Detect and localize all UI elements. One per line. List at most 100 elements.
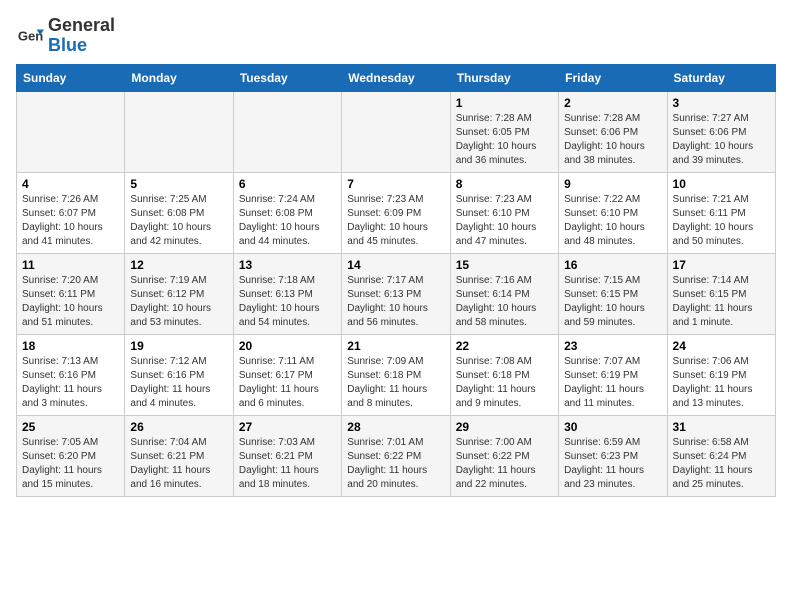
day-cell — [233, 91, 341, 172]
day-info: Sunrise: 7:19 AM Sunset: 6:12 PM Dayligh… — [130, 274, 227, 330]
day-cell: 14 Sunrise: 7:17 AM Sunset: 6:13 PM Dayli… — [342, 253, 450, 334]
day-number: 28 — [347, 420, 444, 434]
day-number: 6 — [239, 177, 336, 191]
day-number: 24 — [673, 339, 770, 353]
day-number: 10 — [673, 177, 770, 191]
day-cell: 18 Sunrise: 7:13 AM Sunset: 6:16 PM Dayli… — [17, 334, 125, 415]
day-cell: 7 Sunrise: 7:23 AM Sunset: 6:09 PM Daylig… — [342, 172, 450, 253]
day-info: Sunrise: 6:58 AM Sunset: 6:24 PM Dayligh… — [673, 436, 770, 492]
day-info: Sunrise: 7:25 AM Sunset: 6:08 PM Dayligh… — [130, 193, 227, 249]
day-cell: 28 Sunrise: 7:01 AM Sunset: 6:22 PM Dayli… — [342, 415, 450, 496]
day-info: Sunrise: 7:22 AM Sunset: 6:10 PM Dayligh… — [564, 193, 661, 249]
day-cell: 17 Sunrise: 7:14 AM Sunset: 6:15 PM Dayli… — [667, 253, 775, 334]
day-info: Sunrise: 7:26 AM Sunset: 6:07 PM Dayligh… — [22, 193, 119, 249]
day-cell: 9Sunrise: 7:22 AM Sunset: 6:10 PM Daylig… — [559, 172, 667, 253]
day-number: 31 — [673, 420, 770, 434]
day-cell: 11 Sunrise: 7:20 AM Sunset: 6:11 PM Dayli… — [17, 253, 125, 334]
week-row-5: 25 Sunrise: 7:05 AM Sunset: 6:20 PM Dayli… — [17, 415, 776, 496]
header-monday: Monday — [125, 64, 233, 91]
week-row-2: 4 Sunrise: 7:26 AM Sunset: 6:07 PM Daylig… — [17, 172, 776, 253]
day-number: 8 — [456, 177, 553, 191]
day-cell: 30Sunrise: 6:59 AM Sunset: 6:23 PM Dayli… — [559, 415, 667, 496]
header-thursday: Thursday — [450, 64, 558, 91]
day-number: 4 — [22, 177, 119, 191]
day-number: 3 — [673, 96, 770, 110]
day-cell: 25 Sunrise: 7:05 AM Sunset: 6:20 PM Dayli… — [17, 415, 125, 496]
day-number: 7 — [347, 177, 444, 191]
logo-icon: Gen — [16, 22, 44, 50]
day-info: Sunrise: 7:23 AM Sunset: 6:09 PM Dayligh… — [347, 193, 444, 249]
day-cell: 10 Sunrise: 7:21 AM Sunset: 6:11 PM Dayli… — [667, 172, 775, 253]
day-cell: 29 Sunrise: 7:00 AM Sunset: 6:22 PM Dayli… — [450, 415, 558, 496]
day-cell: 12 Sunrise: 7:19 AM Sunset: 6:12 PM Dayli… — [125, 253, 233, 334]
day-cell: 2Sunrise: 7:28 AM Sunset: 6:06 PM Daylig… — [559, 91, 667, 172]
header-sunday: Sunday — [17, 64, 125, 91]
day-cell: 6Sunrise: 7:24 AM Sunset: 6:08 PM Daylig… — [233, 172, 341, 253]
day-cell: 31 Sunrise: 6:58 AM Sunset: 6:24 PM Dayli… — [667, 415, 775, 496]
day-info: Sunrise: 7:28 AM Sunset: 6:05 PM Dayligh… — [456, 112, 553, 168]
day-cell — [342, 91, 450, 172]
header-friday: Friday — [559, 64, 667, 91]
day-info: Sunrise: 7:06 AM Sunset: 6:19 PM Dayligh… — [673, 355, 770, 411]
day-cell: 15 Sunrise: 7:16 AM Sunset: 6:14 PM Dayli… — [450, 253, 558, 334]
day-cell — [17, 91, 125, 172]
week-row-1: 1Sunrise: 7:28 AM Sunset: 6:05 PM Daylig… — [17, 91, 776, 172]
day-info: Sunrise: 7:00 AM Sunset: 6:22 PM Dayligh… — [456, 436, 553, 492]
day-cell: 23 Sunrise: 7:07 AM Sunset: 6:19 PM Dayli… — [559, 334, 667, 415]
day-number: 17 — [673, 258, 770, 272]
day-number: 26 — [130, 420, 227, 434]
day-cell: 5Sunrise: 7:25 AM Sunset: 6:08 PM Daylig… — [125, 172, 233, 253]
day-cell: 1Sunrise: 7:28 AM Sunset: 6:05 PM Daylig… — [450, 91, 558, 172]
day-info: Sunrise: 6:59 AM Sunset: 6:23 PM Dayligh… — [564, 436, 661, 492]
day-cell: 19 Sunrise: 7:12 AM Sunset: 6:16 PM Dayli… — [125, 334, 233, 415]
day-cell: 24 Sunrise: 7:06 AM Sunset: 6:19 PM Dayli… — [667, 334, 775, 415]
day-cell: 4 Sunrise: 7:26 AM Sunset: 6:07 PM Daylig… — [17, 172, 125, 253]
day-number: 13 — [239, 258, 336, 272]
day-info: Sunrise: 7:18 AM Sunset: 6:13 PM Dayligh… — [239, 274, 336, 330]
day-info: Sunrise: 7:21 AM Sunset: 6:11 PM Dayligh… — [673, 193, 770, 249]
logo-text: General Blue — [48, 16, 115, 56]
day-info: Sunrise: 7:15 AM Sunset: 6:15 PM Dayligh… — [564, 274, 661, 330]
day-number: 27 — [239, 420, 336, 434]
day-number: 15 — [456, 258, 553, 272]
day-info: Sunrise: 7:11 AM Sunset: 6:17 PM Dayligh… — [239, 355, 336, 411]
day-info: Sunrise: 7:04 AM Sunset: 6:21 PM Dayligh… — [130, 436, 227, 492]
header-tuesday: Tuesday — [233, 64, 341, 91]
day-cell: 13 Sunrise: 7:18 AM Sunset: 6:13 PM Dayli… — [233, 253, 341, 334]
day-info: Sunrise: 7:23 AM Sunset: 6:10 PM Dayligh… — [456, 193, 553, 249]
header-saturday: Saturday — [667, 64, 775, 91]
logo: Gen General Blue — [16, 16, 115, 56]
day-number: 22 — [456, 339, 553, 353]
day-info: Sunrise: 7:13 AM Sunset: 6:16 PM Dayligh… — [22, 355, 119, 411]
day-info: Sunrise: 7:17 AM Sunset: 6:13 PM Dayligh… — [347, 274, 444, 330]
day-info: Sunrise: 7:05 AM Sunset: 6:20 PM Dayligh… — [22, 436, 119, 492]
day-cell: 22 Sunrise: 7:08 AM Sunset: 6:18 PM Dayli… — [450, 334, 558, 415]
day-cell: 3Sunrise: 7:27 AM Sunset: 6:06 PM Daylig… — [667, 91, 775, 172]
day-info: Sunrise: 7:03 AM Sunset: 6:21 PM Dayligh… — [239, 436, 336, 492]
day-number: 19 — [130, 339, 227, 353]
day-info: Sunrise: 7:20 AM Sunset: 6:11 PM Dayligh… — [22, 274, 119, 330]
day-number: 11 — [22, 258, 119, 272]
day-number: 18 — [22, 339, 119, 353]
day-info: Sunrise: 7:12 AM Sunset: 6:16 PM Dayligh… — [130, 355, 227, 411]
day-number: 25 — [22, 420, 119, 434]
day-cell — [125, 91, 233, 172]
day-info: Sunrise: 7:07 AM Sunset: 6:19 PM Dayligh… — [564, 355, 661, 411]
calendar-table: SundayMondayTuesdayWednesdayThursdayFrid… — [16, 64, 776, 497]
header: Gen General Blue — [16, 16, 776, 56]
day-number: 14 — [347, 258, 444, 272]
week-row-4: 18 Sunrise: 7:13 AM Sunset: 6:16 PM Dayli… — [17, 334, 776, 415]
day-cell: 26 Sunrise: 7:04 AM Sunset: 6:21 PM Dayli… — [125, 415, 233, 496]
day-info: Sunrise: 7:08 AM Sunset: 6:18 PM Dayligh… — [456, 355, 553, 411]
day-number: 29 — [456, 420, 553, 434]
day-info: Sunrise: 7:01 AM Sunset: 6:22 PM Dayligh… — [347, 436, 444, 492]
calendar-header-row: SundayMondayTuesdayWednesdayThursdayFrid… — [17, 64, 776, 91]
day-info: Sunrise: 7:09 AM Sunset: 6:18 PM Dayligh… — [347, 355, 444, 411]
day-number: 23 — [564, 339, 661, 353]
day-number: 12 — [130, 258, 227, 272]
day-info: Sunrise: 7:16 AM Sunset: 6:14 PM Dayligh… — [456, 274, 553, 330]
day-cell: 8 Sunrise: 7:23 AM Sunset: 6:10 PM Daylig… — [450, 172, 558, 253]
day-info: Sunrise: 7:14 AM Sunset: 6:15 PM Dayligh… — [673, 274, 770, 330]
day-cell: 16Sunrise: 7:15 AM Sunset: 6:15 PM Dayli… — [559, 253, 667, 334]
day-number: 21 — [347, 339, 444, 353]
